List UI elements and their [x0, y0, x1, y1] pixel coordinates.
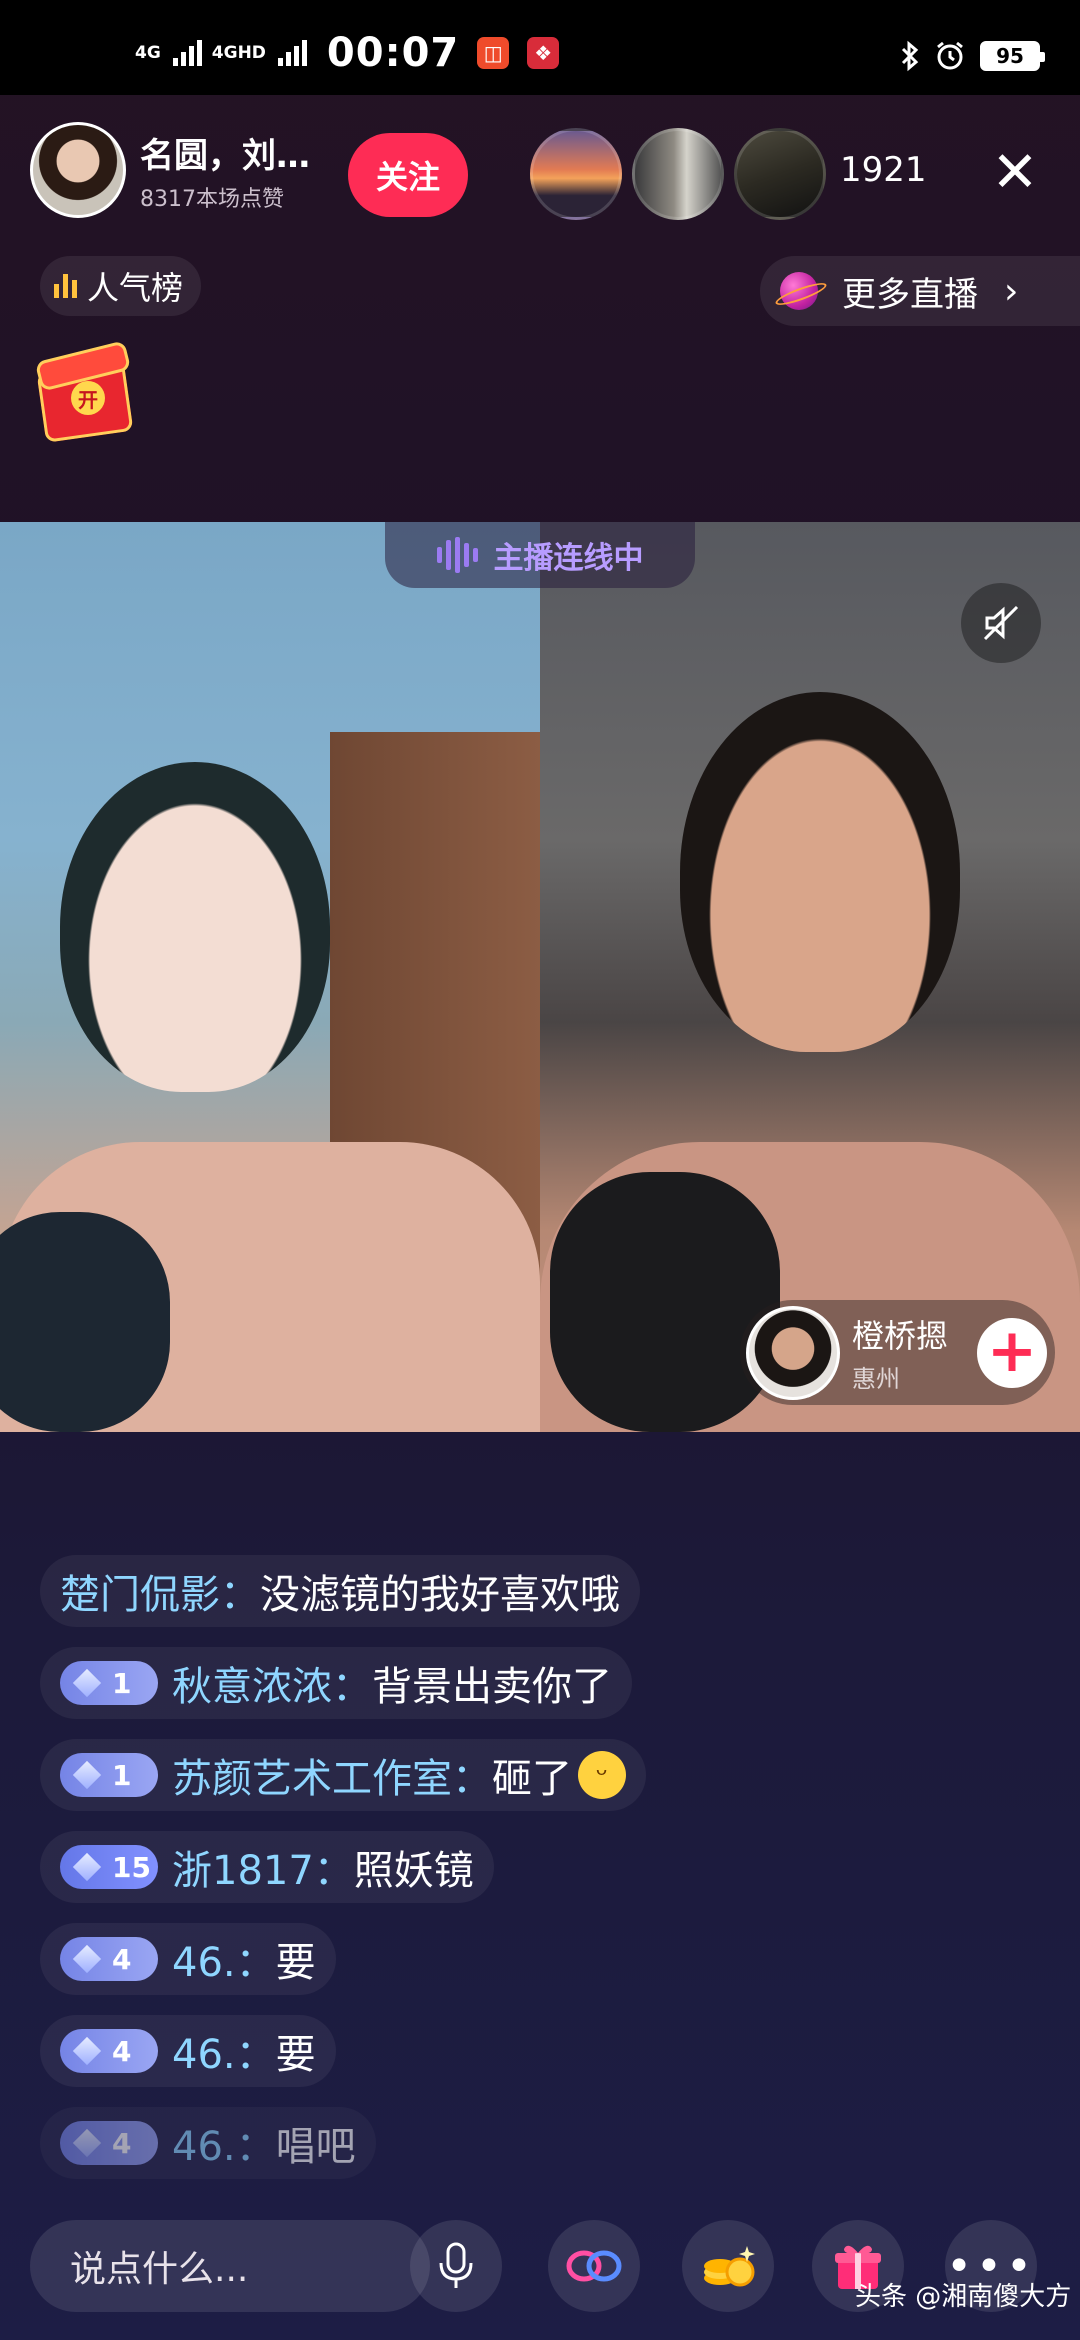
- co-host-video-area[interactable]: [0, 522, 1080, 1432]
- status-bar: 4G 4GHD 00:07 ◫ ❖ 95: [0, 0, 1080, 95]
- connection-status-badge: 主播连线中: [385, 522, 695, 588]
- follow-guest-button[interactable]: +: [977, 1318, 1047, 1388]
- user-level-badge: 4: [60, 2121, 158, 2165]
- ranking-label: 人气榜: [87, 269, 184, 307]
- comment-user[interactable]: 秋意浓浓：: [172, 1654, 372, 1712]
- comment-user[interactable]: 苏颜艺术工作室：: [172, 1746, 492, 1804]
- comment-user[interactable]: 46.：: [172, 1930, 276, 1988]
- comment-item[interactable]: 4 46.：要: [40, 2015, 336, 2087]
- connection-label: 主播连线中: [493, 541, 644, 576]
- more-live-label: 更多直播: [842, 274, 978, 315]
- mute-icon[interactable]: [961, 583, 1041, 663]
- red-packet-icon[interactable]: 开: [34, 340, 135, 445]
- comment-item[interactable]: 15 浙1817： 照妖镜: [40, 1831, 494, 1903]
- diamond-icon: [72, 2036, 102, 2066]
- guest-city: 惠州: [852, 1365, 900, 1393]
- comment-text: 照妖镜: [353, 1848, 474, 1894]
- status-time: 00:07: [326, 30, 460, 76]
- comment-item[interactable]: 1 秋意浓浓： 背景出卖你了: [40, 1647, 632, 1719]
- microphone-icon[interactable]: [410, 2220, 502, 2312]
- comment-item[interactable]: 楚门侃影： 没滤镜的我好喜欢哦: [40, 1555, 640, 1627]
- comment-text: 背景出卖你了: [372, 1664, 612, 1710]
- host-likes: 8317本场点赞: [140, 186, 284, 212]
- comment-text: 要: [275, 1940, 316, 1986]
- user-level-badge: 15: [60, 1845, 158, 1889]
- popularity-ranking-button[interactable]: 人气榜: [40, 256, 202, 316]
- guest-avatar[interactable]: [746, 1305, 840, 1400]
- host-avatar[interactable]: [30, 122, 126, 218]
- comment-text: 没滤镜的我好喜欢哦: [260, 1572, 620, 1618]
- follow-button[interactable]: 关注: [348, 133, 468, 217]
- app-notification-icon-2: ❖: [527, 37, 560, 69]
- signal-icon: [172, 40, 202, 66]
- comment-text: 唱吧: [275, 2124, 356, 2170]
- comment-item[interactable]: 4 46.： 唱吧: [40, 2107, 376, 2179]
- planet-icon: [780, 272, 818, 310]
- network-indicator-1: 4G: [135, 42, 161, 63]
- diamond-icon: [72, 1944, 102, 1974]
- connect-link-icon[interactable]: [548, 2220, 640, 2312]
- diamond-icon: [72, 1760, 102, 1790]
- comment-input[interactable]: 说点什么...: [30, 2220, 430, 2312]
- comment-user[interactable]: 46.：: [172, 2114, 276, 2172]
- user-level-badge: 4: [60, 1937, 158, 1981]
- comment-item[interactable]: 1 苏颜艺术工作室： 砸了 ᵕ: [40, 1739, 646, 1811]
- viewer-avatar[interactable]: [734, 128, 826, 220]
- comment-text: 砸了: [492, 1756, 572, 1802]
- ranking-icon: [54, 274, 77, 298]
- comment-text: 要: [275, 2032, 316, 2078]
- more-live-button[interactable]: 更多直播 ›: [760, 256, 1080, 326]
- red-packet-coin-label: 开: [71, 381, 105, 415]
- viewer-avatar[interactable]: [530, 128, 622, 220]
- battery-indicator: 95: [980, 41, 1045, 71]
- diamond-icon: [72, 2128, 102, 2158]
- user-level-badge: 1: [60, 1753, 158, 1797]
- app-notification-icon: ◫: [477, 37, 510, 69]
- network-indicator-2: 4GHD: [211, 42, 266, 63]
- host-name: 名圆，刘…: [140, 135, 310, 176]
- guest-card[interactable]: 橙桥摁 惠州 +: [740, 1300, 1055, 1405]
- coins-icon[interactable]: [682, 2220, 774, 2312]
- grinning-emoji-icon: ᵕ: [578, 1751, 626, 1799]
- bluetooth-icon: [901, 40, 919, 72]
- guest-name: 橙桥摁: [852, 1317, 949, 1355]
- comment-item[interactable]: 4 46.：要: [40, 1923, 336, 1995]
- user-level-badge: 4: [60, 2029, 158, 2073]
- alarm-icon: [937, 41, 963, 70]
- voice-wave-icon: [436, 537, 478, 573]
- diamond-icon: [72, 1668, 102, 1698]
- comment-user[interactable]: 46.：: [172, 2022, 276, 2080]
- gem-icon: [72, 1852, 102, 1882]
- viewer-count[interactable]: 1921: [840, 150, 927, 190]
- close-button[interactable]: ✕: [985, 145, 1045, 205]
- host-video[interactable]: [0, 522, 540, 1432]
- viewer-avatar[interactable]: [632, 128, 724, 220]
- signal-icon-2: [277, 40, 307, 66]
- user-level-badge: 1: [60, 1661, 158, 1705]
- watermark: 头条 @湘南傻大方: [855, 2282, 1072, 2312]
- host-card[interactable]: 名圆，刘… 8317本场点赞: [30, 120, 320, 220]
- comment-user[interactable]: 浙1817：: [172, 1838, 354, 1896]
- chevron-right-icon: ›: [1004, 270, 1019, 312]
- comment-user[interactable]: 楚门侃影：: [60, 1562, 260, 1620]
